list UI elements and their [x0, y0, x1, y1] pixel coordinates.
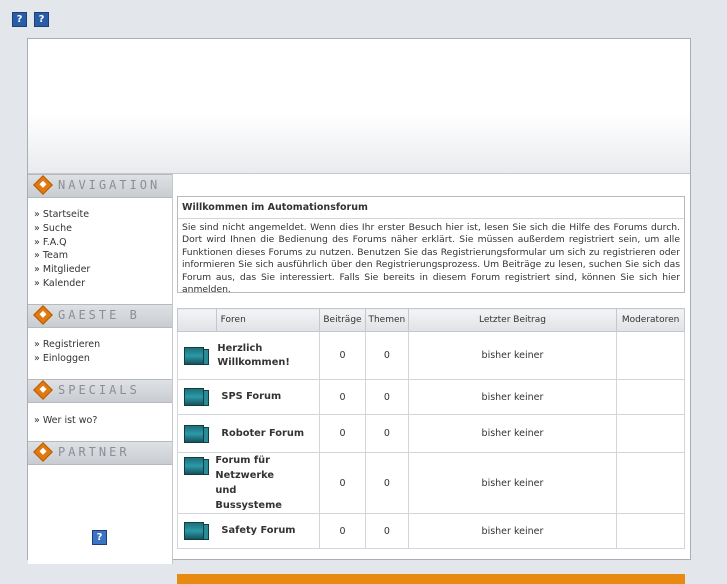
- welcome-box: Willkommen im Automationsforum Sie sind …: [177, 196, 685, 296]
- help-icon[interactable]: ?: [12, 12, 27, 27]
- page-frame: NAVIGATION Startseite Suche F.A.Q Team M…: [27, 38, 691, 584]
- forum-name[interactable]: Forum für Netzwerke und Bussysteme: [215, 453, 297, 513]
- forum-cell[interactable]: Safety Forum: [176, 513, 321, 549]
- topics-count: 0: [364, 331, 409, 380]
- sidebar-item-team[interactable]: Team: [34, 249, 90, 263]
- category-bar: [177, 574, 685, 584]
- sidebar-item-einloggen[interactable]: Einloggen: [34, 352, 100, 366]
- forum-name[interactable]: Herzlich Willkommen!: [217, 342, 293, 370]
- posts-count: 0: [319, 513, 366, 549]
- sidebar-section-title: SPECIALS: [58, 383, 140, 397]
- sidebar-link[interactable]: Startseite: [43, 209, 89, 220]
- sidebar-link[interactable]: Team: [43, 250, 68, 261]
- forum-icon: [184, 346, 209, 365]
- last-post: bisher keiner: [407, 379, 618, 415]
- column-header-forum: Foren: [215, 308, 321, 332]
- sidebar-section-title: PARTNER: [58, 445, 130, 459]
- moderators: [616, 513, 685, 549]
- sidebar-item-faq[interactable]: F.A.Q: [34, 236, 90, 250]
- forum-cell[interactable]: Forum für Netzwerke und Bussysteme: [176, 452, 321, 514]
- moderators: [616, 379, 685, 415]
- forum-table-header: Foren Beiträge Themen Letzter Beitrag Mo…: [177, 308, 685, 332]
- topics-count: 0: [364, 513, 409, 549]
- topics-count: 0: [364, 379, 409, 415]
- column-header-topics: Themen: [364, 308, 409, 332]
- forum-name[interactable]: Roboter Forum: [221, 427, 304, 441]
- forum-table: Foren Beiträge Themen Letzter Beitrag Mo…: [176, 308, 685, 549]
- diamond-icon: [33, 305, 53, 325]
- sidebar-link[interactable]: Einloggen: [43, 353, 90, 364]
- partner-help-icon[interactable]: ?: [92, 530, 107, 545]
- posts-count: 0: [319, 452, 366, 514]
- sidebar-header-specials: SPECIALS: [28, 379, 172, 403]
- sidebar-link[interactable]: Mitglieder: [43, 264, 91, 275]
- sidebar-section-title: GAESTE B: [58, 308, 140, 322]
- column-header-moderators: Moderatoren: [616, 308, 685, 332]
- sidebar: NAVIGATION Startseite Suche F.A.Q Team M…: [28, 174, 173, 564]
- sidebar-link[interactable]: F.A.Q: [43, 237, 67, 248]
- forum-icon: [184, 388, 209, 406]
- sidebar-header-partner: PARTNER: [28, 441, 172, 465]
- forum-row: Safety Forum 0 0 bisher keiner: [176, 513, 685, 549]
- forum-row: SPS Forum 0 0 bisher keiner: [176, 379, 685, 415]
- forum-cell[interactable]: SPS Forum: [176, 379, 321, 415]
- guest-list: Registrieren Einloggen: [34, 338, 100, 366]
- forum-row: Forum für Netzwerke und Bussysteme 0 0 b…: [176, 452, 685, 514]
- icon-column-header: [177, 308, 217, 332]
- sidebar-item-suche[interactable]: Suche: [34, 222, 90, 236]
- help-icon[interactable]: ?: [34, 12, 49, 27]
- sidebar-header-gaeste: GAESTE B: [28, 304, 172, 328]
- last-post: bisher keiner: [407, 414, 618, 453]
- header-banner: [28, 39, 690, 174]
- sidebar-item-registrieren[interactable]: Registrieren: [34, 338, 100, 352]
- welcome-title: Willkommen im Automationsforum: [178, 197, 684, 219]
- moderators: [616, 331, 685, 380]
- column-header-posts: Beiträge: [319, 308, 366, 332]
- sidebar-link[interactable]: Registrieren: [43, 339, 100, 350]
- diamond-icon: [33, 175, 53, 195]
- specials-list: Wer ist wo?: [34, 414, 98, 428]
- moderators: [616, 414, 685, 453]
- sidebar-link[interactable]: Wer ist wo?: [43, 415, 98, 426]
- topics-count: 0: [364, 452, 409, 514]
- navigation-list: Startseite Suche F.A.Q Team Mitglieder K…: [34, 208, 91, 291]
- sidebar-section-title: NAVIGATION: [58, 178, 161, 192]
- column-header-last-post: Letzter Beitrag: [407, 308, 618, 332]
- posts-count: 0: [319, 379, 366, 415]
- last-post: bisher keiner: [407, 513, 618, 549]
- forum-icon: [184, 424, 209, 443]
- forum-icon: [184, 522, 209, 540]
- forum-cell[interactable]: Roboter Forum: [176, 414, 321, 453]
- sidebar-item-kalender[interactable]: Kalender: [34, 277, 90, 291]
- diamond-icon: [33, 380, 53, 400]
- sidebar-item-mitglieder[interactable]: Mitglieder: [34, 263, 91, 277]
- forum-name[interactable]: Safety Forum: [221, 524, 295, 538]
- forum-icon: [184, 457, 209, 475]
- sidebar-link[interactable]: Suche: [43, 223, 72, 234]
- posts-count: 0: [319, 414, 366, 453]
- sidebar-link[interactable]: Kalender: [43, 278, 85, 289]
- forum-name[interactable]: SPS Forum: [221, 390, 281, 404]
- sidebar-item-wer-ist-wo[interactable]: Wer ist wo?: [34, 414, 98, 428]
- topics-count: 0: [364, 414, 409, 453]
- sidebar-item-startseite[interactable]: Startseite: [34, 208, 90, 222]
- forum-row: Roboter Forum 0 0 bisher keiner: [176, 414, 685, 453]
- last-post: bisher keiner: [407, 452, 618, 514]
- forum-cell[interactable]: Herzlich Willkommen!: [176, 331, 321, 380]
- posts-count: 0: [319, 331, 366, 380]
- diamond-icon: [33, 442, 53, 462]
- moderators: [616, 452, 685, 514]
- sidebar-header-navigation: NAVIGATION: [28, 174, 172, 198]
- last-post: bisher keiner: [407, 331, 618, 380]
- welcome-text: Sie sind nicht angemeldet. Wenn dies Ihr…: [182, 222, 680, 296]
- forum-row: Herzlich Willkommen! 0 0 bisher keiner: [176, 331, 685, 380]
